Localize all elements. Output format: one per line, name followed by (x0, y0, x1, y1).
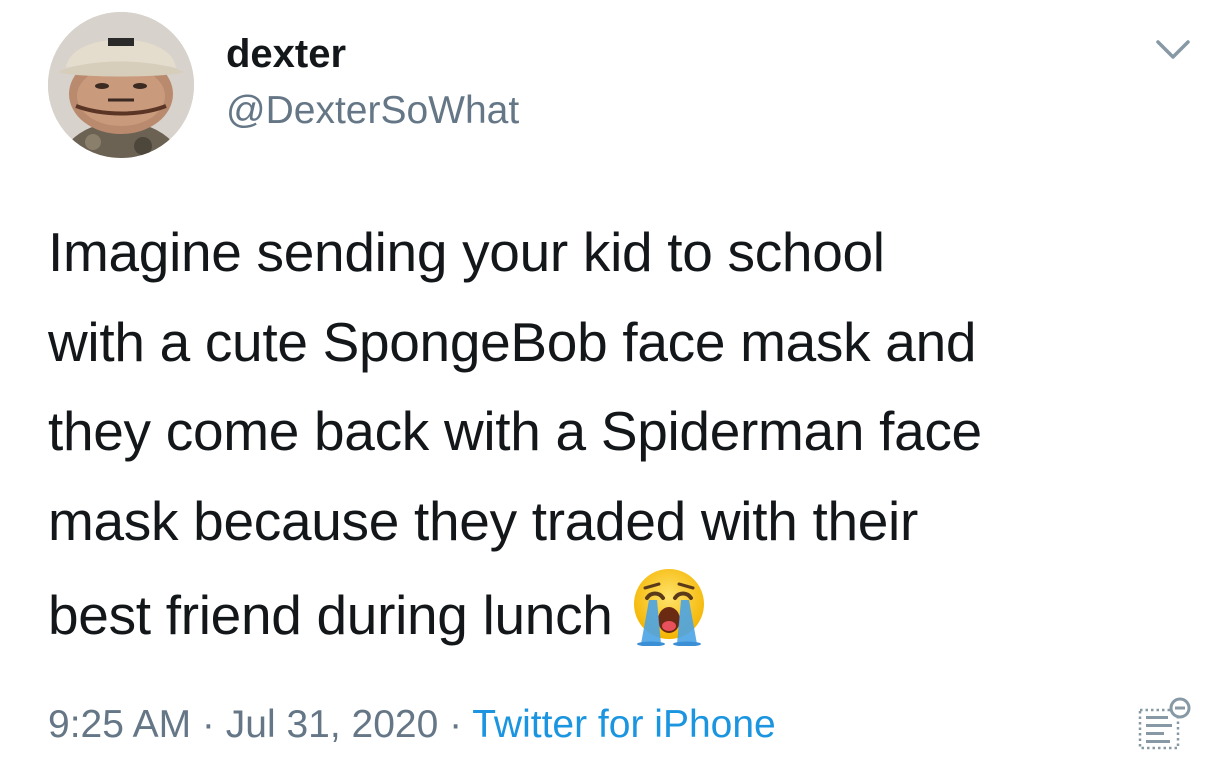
tweet-time[interactable]: 9:25 AM (48, 703, 191, 746)
chevron-down-icon[interactable] (1150, 30, 1196, 66)
tweet-date[interactable]: Jul 31, 2020 (226, 703, 439, 746)
tweet-text-line: with a cute SpongeBob face mask and (48, 310, 977, 373)
tweet-meta: 9:25 AM · Jul 31, 2020 · Twitter for iPh… (48, 700, 776, 750)
loudly-crying-face-icon (627, 566, 711, 673)
avatar[interactable] (48, 12, 194, 158)
tweet-text-line: mask because they traded with their (48, 489, 918, 552)
display-name[interactable]: dexter (226, 30, 346, 78)
username-handle[interactable]: @DexterSoWhat (226, 88, 519, 134)
meta-separator: · (438, 703, 473, 746)
tweet-source-link[interactable]: Twitter for iPhone (472, 703, 775, 746)
meta-separator: · (191, 703, 226, 746)
tweet-text-line: they come back with a Spiderman face (48, 400, 982, 462)
tweet-text: Imagine sending your kid to school with … (48, 208, 1198, 673)
tweet-text-last-line: best friend during lunch (48, 566, 1198, 673)
tweet-card: dexter @DexterSoWhat Imagine sending you… (0, 0, 1215, 780)
tweet-text-line: Imagine sending your kid to school (48, 221, 885, 283)
analytics-icon[interactable] (1134, 696, 1194, 754)
tweet-text-line: best friend during lunch (48, 584, 613, 646)
